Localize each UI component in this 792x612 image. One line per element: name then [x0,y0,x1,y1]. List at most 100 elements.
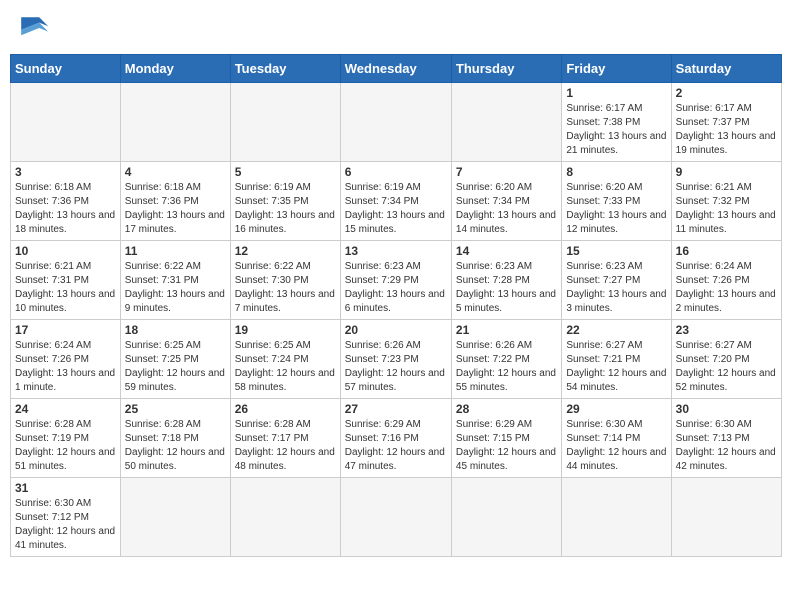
day-number: 1 [566,86,666,100]
day-number: 20 [345,323,447,337]
week-row-2: 3Sunrise: 6:18 AM Sunset: 7:36 PM Daylig… [11,162,782,241]
calendar-cell: 6Sunrise: 6:19 AM Sunset: 7:34 PM Daylig… [340,162,451,241]
calendar-cell: 10 Sunrise: 6:21 AM Sunset: 7:31 PM Dayli… [11,241,121,320]
calendar-cell: 13 Sunrise: 6:23 AM Sunset: 7:29 PM Dayli… [340,241,451,320]
day-number: 23 [676,323,777,337]
logo [14,10,54,46]
calendar-cell: 18Sunrise: 6:25 AM Sunset: 7:25 PM Dayli… [120,320,230,399]
day-number: 21 [456,323,557,337]
week-row-1: 1 Sunrise: 6:17 AM Sunset: 7:38 PM Daylig… [11,83,782,162]
calendar-cell: 28Sunrise: 6:29 AM Sunset: 7:15 PM Dayli… [451,399,561,478]
day-number: 18 [125,323,226,337]
calendar-cell: 31 Sunrise: 6:30 AM Sunset: 7:12 PM Dayli… [11,478,121,557]
day-info: Sunrise: 6:30 AM Sunset: 7:14 PM Dayligh… [566,418,666,474]
calendar-cell [451,478,561,557]
calendar-cell [11,83,121,162]
calendar-cell: 14 Sunrise: 6:23 AM Sunset: 7:28 PM Dayli… [451,241,561,320]
day-header-tuesday: Tuesday [230,55,340,83]
calendar-cell: 9 Sunrise: 6:21 AM Sunset: 7:32 PM Daylig… [671,162,781,241]
day-number: 26 [235,402,336,416]
day-info: Sunrise: 6:24 AM Sunset: 7:26 PM Dayligh… [676,260,777,316]
calendar-cell: 4Sunrise: 6:18 AM Sunset: 7:36 PM Daylig… [120,162,230,241]
calendar-cell: 11 Sunrise: 6:22 AM Sunset: 7:31 PM Dayli… [120,241,230,320]
day-info: Sunrise: 6:28 AM Sunset: 7:19 PM Dayligh… [15,418,116,474]
calendar-cell: 24 Sunrise: 6:28 AM Sunset: 7:19 PM Dayli… [11,399,121,478]
day-number: 14 [456,244,557,258]
day-info: Sunrise: 6:24 AM Sunset: 7:26 PM Dayligh… [15,339,116,395]
calendar-cell: 23 Sunrise: 6:27 AM Sunset: 7:20 PM Dayli… [671,320,781,399]
calendar-cell: 5 Sunrise: 6:19 AM Sunset: 7:35 PM Daylig… [230,162,340,241]
calendar-cell: 30 Sunrise: 6:30 AM Sunset: 7:13 PM Dayli… [671,399,781,478]
calendar-cell [451,83,561,162]
day-info: Sunrise: 6:21 AM Sunset: 7:31 PM Dayligh… [15,260,116,316]
calendar-cell: 21 Sunrise: 6:26 AM Sunset: 7:22 PM Dayli… [451,320,561,399]
calendar-header: SundayMondayTuesdayWednesdayThursdayFrid… [11,55,782,83]
day-info: Sunrise: 6:30 AM Sunset: 7:12 PM Dayligh… [15,497,116,553]
calendar-cell: 15Sunrise: 6:23 AM Sunset: 7:27 PM Dayli… [562,241,671,320]
day-header-saturday: Saturday [671,55,781,83]
day-info: Sunrise: 6:29 AM Sunset: 7:16 PM Dayligh… [345,418,447,474]
days-row: SundayMondayTuesdayWednesdayThursdayFrid… [11,55,782,83]
day-number: 8 [566,165,666,179]
day-header-thursday: Thursday [451,55,561,83]
calendar-cell: 27 Sunrise: 6:29 AM Sunset: 7:16 PM Dayli… [340,399,451,478]
calendar-cell: 1 Sunrise: 6:17 AM Sunset: 7:38 PM Daylig… [562,83,671,162]
calendar-cell: 2Sunrise: 6:17 AM Sunset: 7:37 PM Daylig… [671,83,781,162]
calendar-cell: 20 Sunrise: 6:26 AM Sunset: 7:23 PM Dayli… [340,320,451,399]
day-number: 10 [15,244,116,258]
day-info: Sunrise: 6:22 AM Sunset: 7:31 PM Dayligh… [125,260,226,316]
day-number: 25 [125,402,226,416]
day-info: Sunrise: 6:19 AM Sunset: 7:35 PM Dayligh… [235,181,336,237]
calendar-cell: 22 Sunrise: 6:27 AM Sunset: 7:21 PM Dayli… [562,320,671,399]
day-number: 11 [125,244,226,258]
day-info: Sunrise: 6:21 AM Sunset: 7:32 PM Dayligh… [676,181,777,237]
day-info: Sunrise: 6:26 AM Sunset: 7:22 PM Dayligh… [456,339,557,395]
calendar-cell: 16 Sunrise: 6:24 AM Sunset: 7:26 PM Dayli… [671,241,781,320]
calendar-cell [120,83,230,162]
day-info: Sunrise: 6:30 AM Sunset: 7:13 PM Dayligh… [676,418,777,474]
day-info: Sunrise: 6:18 AM Sunset: 7:36 PM Dayligh… [15,181,116,237]
day-info: Sunrise: 6:26 AM Sunset: 7:23 PM Dayligh… [345,339,447,395]
day-info: Sunrise: 6:28 AM Sunset: 7:18 PM Dayligh… [125,418,226,474]
calendar-cell [562,478,671,557]
day-info: Sunrise: 6:17 AM Sunset: 7:38 PM Dayligh… [566,102,666,158]
day-number: 16 [676,244,777,258]
logo-icon [14,10,50,46]
day-number: 12 [235,244,336,258]
day-number: 29 [566,402,666,416]
day-info: Sunrise: 6:27 AM Sunset: 7:21 PM Dayligh… [566,339,666,395]
calendar-cell [230,478,340,557]
calendar-cell: 25 Sunrise: 6:28 AM Sunset: 7:18 PM Dayli… [120,399,230,478]
day-number: 30 [676,402,777,416]
day-number: 5 [235,165,336,179]
week-row-4: 17 Sunrise: 6:24 AM Sunset: 7:26 PM Dayli… [11,320,782,399]
day-number: 22 [566,323,666,337]
day-info: Sunrise: 6:23 AM Sunset: 7:29 PM Dayligh… [345,260,447,316]
day-info: Sunrise: 6:28 AM Sunset: 7:17 PM Dayligh… [235,418,336,474]
day-number: 19 [235,323,336,337]
day-number: 6 [345,165,447,179]
day-info: Sunrise: 6:27 AM Sunset: 7:20 PM Dayligh… [676,339,777,395]
day-info: Sunrise: 6:18 AM Sunset: 7:36 PM Dayligh… [125,181,226,237]
day-number: 2 [676,86,777,100]
day-number: 9 [676,165,777,179]
day-info: Sunrise: 6:22 AM Sunset: 7:30 PM Dayligh… [235,260,336,316]
calendar-cell: 8Sunrise: 6:20 AM Sunset: 7:33 PM Daylig… [562,162,671,241]
calendar-cell [230,83,340,162]
day-info: Sunrise: 6:23 AM Sunset: 7:27 PM Dayligh… [566,260,666,316]
day-info: Sunrise: 6:23 AM Sunset: 7:28 PM Dayligh… [456,260,557,316]
day-number: 28 [456,402,557,416]
calendar-body: 1 Sunrise: 6:17 AM Sunset: 7:38 PM Daylig… [11,83,782,557]
week-row-5: 24 Sunrise: 6:28 AM Sunset: 7:19 PM Dayli… [11,399,782,478]
page-header [10,10,782,46]
day-number: 24 [15,402,116,416]
day-number: 13 [345,244,447,258]
day-number: 7 [456,165,557,179]
calendar-cell [120,478,230,557]
day-header-friday: Friday [562,55,671,83]
calendar-cell: 7Sunrise: 6:20 AM Sunset: 7:34 PM Daylig… [451,162,561,241]
day-number: 17 [15,323,116,337]
day-number: 31 [15,481,116,495]
day-number: 27 [345,402,447,416]
calendar-cell: 17 Sunrise: 6:24 AM Sunset: 7:26 PM Dayli… [11,320,121,399]
